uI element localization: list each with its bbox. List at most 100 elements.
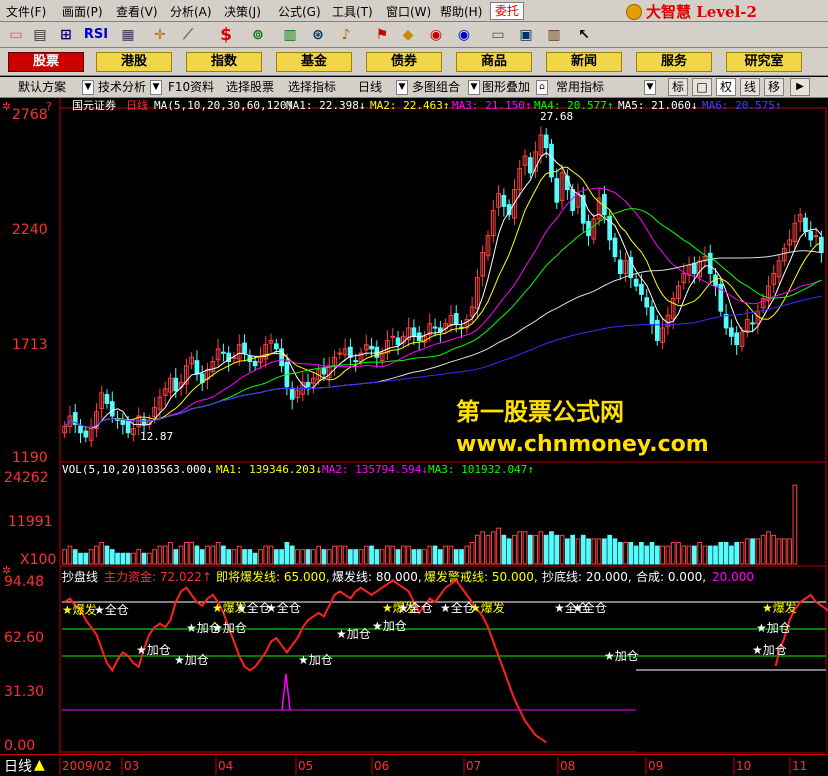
notes-icon[interactable]: ▭ — [488, 25, 508, 45]
candle-body — [273, 343, 279, 350]
menu-screen[interactable]: 画面(P) — [62, 3, 103, 20]
diamond-icon[interactable]: ◆ — [398, 25, 418, 45]
nav-funds[interactable]: 基金 — [276, 52, 352, 72]
books-icon[interactable]: ▥ — [544, 25, 564, 45]
flag-icon[interactable]: ⚑ — [372, 25, 392, 45]
candle-body — [692, 262, 697, 274]
circle-d-icon[interactable]: ◉ — [454, 25, 474, 45]
default-scheme-button[interactable]: 默认方案 — [18, 79, 66, 96]
chart-area[interactable]: 2768 2240 1713 1190 24262 11991 X100 94.… — [0, 98, 828, 754]
tab-rights[interactable]: 权 — [716, 78, 736, 96]
menu-view[interactable]: 查看(V) — [116, 3, 158, 20]
dropdown-arrow-icon[interactable]: ▼ — [396, 80, 408, 95]
signal-star-label: ★加仓 — [212, 621, 247, 635]
multi-chart-button[interactable]: 多图组合 — [412, 79, 460, 96]
dropdown-arrow-icon[interactable]: ▼ — [468, 80, 480, 95]
candle-body — [644, 297, 650, 308]
x-axis-label: 10 — [736, 759, 751, 773]
candle-body — [104, 394, 110, 404]
help-pointer-icon[interactable]: ↖ — [574, 25, 594, 45]
volume-bar — [755, 538, 761, 565]
menu-help[interactable]: 帮助(H) — [440, 3, 482, 20]
lock-icon[interactable]: ⌂ — [536, 80, 548, 95]
volume-bar — [718, 542, 724, 565]
volume-bar — [633, 545, 639, 565]
ma1-value: MA1: 22.398↓ — [286, 99, 365, 112]
signal-star-label: ★加仓 — [136, 643, 171, 657]
period-daily-button[interactable]: 日线 — [358, 79, 382, 96]
nav-research[interactable]: 研究室 — [726, 52, 802, 72]
menu-decision[interactable]: 决策(J) — [224, 3, 261, 20]
circle-e-icon[interactable]: ◉ — [426, 25, 446, 45]
question-icon[interactable]: ? — [46, 100, 52, 113]
dropdown-arrow-icon[interactable]: ▼ — [644, 80, 656, 95]
tab-box[interactable]: □ — [692, 78, 712, 96]
nav-services[interactable]: 服务 — [636, 52, 712, 72]
tab-mark[interactable]: 标 — [668, 78, 688, 96]
candle-body — [819, 236, 824, 253]
tab-line[interactable]: 线 — [740, 78, 760, 96]
bars-icon[interactable]: ▥ — [280, 25, 300, 45]
nav-stocks[interactable]: 股票 — [8, 52, 84, 72]
rsi-icon[interactable]: RSI — [82, 25, 110, 45]
menu-file[interactable]: 文件(F) — [6, 3, 46, 20]
nav-commodities[interactable]: 商品 — [456, 52, 532, 72]
binoculars-icon[interactable]: ⊛ — [308, 25, 328, 45]
signal-star-label: ★全仓 — [266, 600, 301, 615]
grid-icon[interactable]: ▦ — [118, 25, 138, 45]
window-icon[interactable]: ▣ — [516, 25, 536, 45]
dropdown-arrow-icon[interactable]: ▼ — [150, 80, 162, 95]
menu-analysis[interactable]: 分析(A) — [170, 3, 212, 20]
overlay-button[interactable]: 图形叠加 — [482, 79, 530, 96]
x-axis-label: 07 — [466, 759, 481, 773]
price-ylabel-3: 1713 — [12, 337, 48, 353]
scroll-right-icon[interactable]: ▶ — [790, 78, 810, 96]
x-axis-label: 08 — [560, 759, 575, 773]
nav-hk-stocks[interactable]: 港股 — [96, 52, 172, 72]
gear-icon[interactable]: ✲ — [2, 100, 11, 113]
candle-body — [718, 283, 724, 312]
select-stock-button[interactable]: 选择股票 — [226, 79, 274, 96]
volume-bar — [385, 545, 390, 565]
bell-icon[interactable]: ♪ — [336, 25, 356, 45]
select-indicator-button[interactable]: 选择指标 — [288, 79, 336, 96]
volume-bar — [475, 534, 480, 565]
volume-bar — [83, 552, 89, 565]
crosshair-icon[interactable]: ✛ — [150, 25, 170, 45]
watermark-url: www.chnmoney.com — [456, 432, 709, 457]
menu-tools[interactable]: 工具(T) — [332, 3, 373, 20]
nav-index[interactable]: 指数 — [186, 52, 262, 72]
print-icon[interactable]: ▤ — [30, 25, 50, 45]
tech-analysis-button[interactable]: 技术分析 — [98, 79, 146, 96]
entrust-button[interactable]: 委托 — [490, 2, 524, 20]
common-indicator-button[interactable]: 常用指标 — [556, 79, 604, 96]
candle-body — [734, 332, 740, 346]
candle-body — [432, 326, 438, 329]
volume-bar — [78, 552, 83, 565]
dollar-icon[interactable]: $ — [216, 25, 236, 45]
dropdown-arrow-icon[interactable]: ▼ — [82, 80, 94, 95]
ruler-icon[interactable]: ⟋ — [178, 25, 198, 45]
volume-bar — [522, 531, 528, 565]
volume-bar — [665, 545, 671, 565]
folder-icon[interactable]: ▭ — [6, 25, 26, 45]
gear-icon[interactable]: ✲ — [2, 564, 11, 577]
tab-move[interactable]: 移 — [764, 78, 784, 96]
volume-bar — [485, 534, 491, 565]
volume-bar — [400, 545, 406, 565]
volume-bar — [337, 545, 343, 565]
volume-bar — [559, 534, 565, 565]
volume-bar — [168, 542, 173, 565]
chart-canvas[interactable]: 2768 2240 1713 1190 24262 11991 X100 94.… — [0, 98, 828, 754]
volume-bar — [596, 538, 602, 565]
line-chart-icon[interactable]: ⊞ — [56, 25, 76, 45]
glasses-icon[interactable]: ⊚ — [248, 25, 268, 45]
menu-formula[interactable]: 公式(G) — [278, 3, 321, 20]
candle-body — [729, 327, 734, 337]
f10-button[interactable]: F10资料 — [168, 79, 214, 96]
ind-name: 抄盘线 — [62, 569, 98, 584]
nav-bonds[interactable]: 债券 — [366, 52, 442, 72]
nav-news[interactable]: 新闻 — [546, 52, 622, 72]
menu-window[interactable]: 窗口(W) — [386, 3, 431, 20]
candle-body — [453, 313, 459, 325]
